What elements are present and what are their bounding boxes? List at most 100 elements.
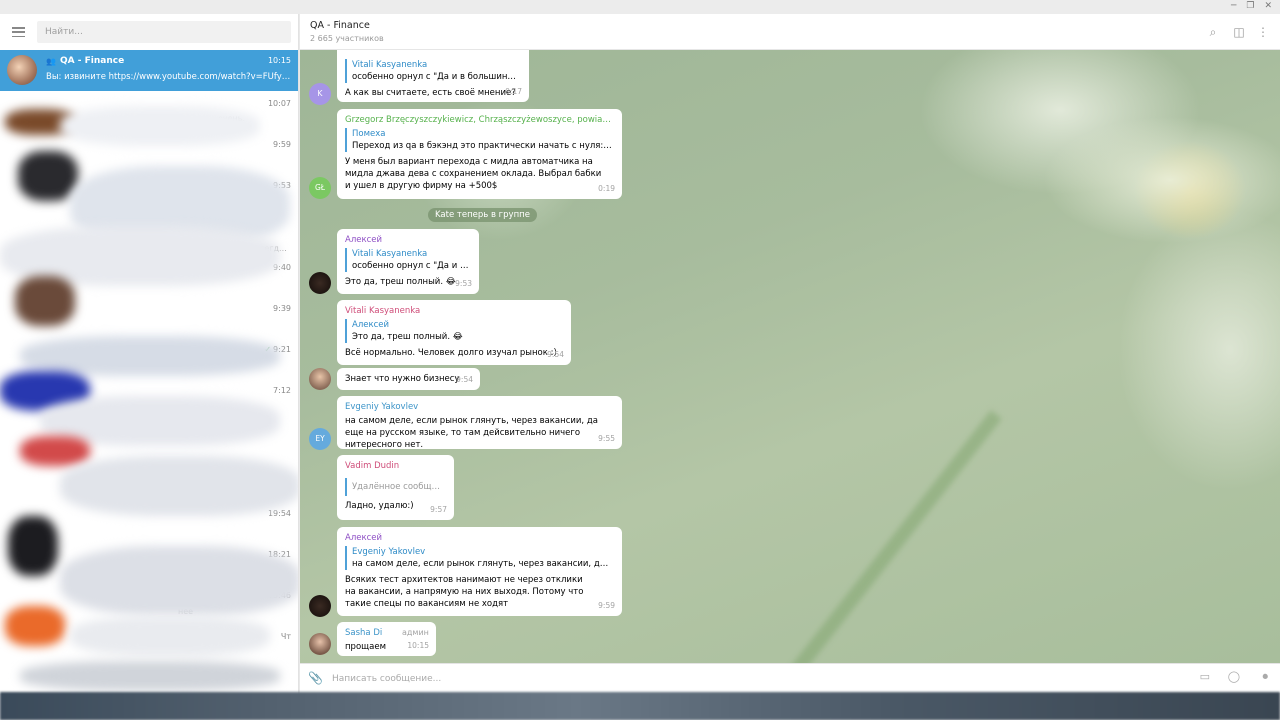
quote-text: особенно орнул с "Да и в б... <box>352 261 470 271</box>
chat-preview: сегд... <box>260 244 287 253</box>
close-icon[interactable]: ✕ <box>1264 1 1272 11</box>
chat-time: 9:59 <box>273 140 291 149</box>
message-time: 9:53 <box>455 279 472 288</box>
avatar[interactable]: GŁ <box>309 177 331 199</box>
commands-icon[interactable]: ▭ <box>1200 670 1210 683</box>
os-taskbar <box>0 692 1280 720</box>
avatar[interactable]: K <box>309 83 331 105</box>
chat-item[interactable]: 9:53 <box>0 173 298 214</box>
hamburger-menu-icon[interactable] <box>12 27 25 37</box>
message-bubble[interactable]: Vitali Kasyanenka Алексей Это да, треш п… <box>337 300 571 365</box>
message-bubble[interactable]: Алексей Vitali Kasyanenka особенно орнул… <box>337 229 479 294</box>
message-bubble[interactable]: Алексей Evgeniy Yakovlev на самом деле, … <box>337 527 622 616</box>
chat-time: 10:07 <box>267 99 291 108</box>
avatar[interactable] <box>309 272 331 294</box>
message-bubble[interactable]: Vadim Dudin Удалённое сообщение Ладно, у… <box>337 455 454 520</box>
window-titlebar: ─ ❐ ✕ <box>0 0 1280 14</box>
message-time: 9:54 <box>456 375 473 384</box>
message-bubble[interactable]: Grzegorz Brzęczyszczykiewicz, Chrząszczy… <box>337 109 622 199</box>
search-icon[interactable]: ⌕ <box>1206 25 1220 39</box>
message-time: 9:59 <box>598 601 615 610</box>
message-time: 9:57 <box>430 505 447 514</box>
reply-quote[interactable]: Vitali Kasyanenka особенно орнул с "Да и… <box>345 248 470 272</box>
sender-name[interactable]: Grzegorz Brzęczyszczykiewicz, Chrząszczy… <box>345 114 613 126</box>
chat-time: 9:39 <box>273 304 291 313</box>
group-icon: 👥 <box>46 57 56 66</box>
chat-item[interactable]: 19:54 <box>0 501 298 542</box>
chat-title[interactable]: QA - Finance <box>310 20 370 31</box>
chat-item[interactable]: 18:21 <box>0 542 298 583</box>
quote-author: Алексей <box>352 320 390 330</box>
chat-item[interactable] <box>0 419 298 460</box>
message-bubble[interactable]: Evgeniy Yakovlev на самом деле, если рын… <box>337 396 622 450</box>
chat-item[interactable]: сегд... <box>0 214 298 255</box>
message-bubble[interactable]: Vitali Kasyanenka особенно орнул с "Да и… <box>337 50 529 102</box>
chat-item[interactable]: 10:07 очень. <box>0 91 298 132</box>
search-input[interactable] <box>37 21 291 43</box>
chat-item[interactable]: ✓ 9:21 <box>0 337 298 378</box>
chat-time: 9:21 <box>273 345 291 354</box>
message-bubble[interactable]: Sasha Di админ прощаем 10:15 <box>337 622 436 656</box>
sender-name[interactable]: Алексей <box>345 234 470 246</box>
sidebar-toggle-icon[interactable]: ◫ <box>1232 25 1246 39</box>
emoji-icon[interactable]: ◯ <box>1228 670 1240 683</box>
paperclip-icon[interactable]: 📎 <box>308 671 323 685</box>
avatar[interactable] <box>309 633 331 655</box>
chat-item[interactable] <box>0 460 298 501</box>
message-text: Это да, треш полный. 😂 <box>345 277 456 287</box>
window-controls: ─ ❐ ✕ <box>1231 1 1272 11</box>
reply-quote[interactable]: Алексей Это да, треш полный. 😂 <box>345 319 562 343</box>
avatar[interactable] <box>309 595 331 617</box>
quote-author: Помеха <box>352 129 386 139</box>
sender-name[interactable]: Evgeniy Yakovlev <box>345 401 613 413</box>
message-text: на самом деле, если рынок глянуть, через… <box>345 416 598 450</box>
chat-header: QA - Finance 2 665 участников ⌕ ◫ ⋮ <box>300 14 1280 50</box>
chat-preview: нее <box>178 607 194 616</box>
message-text: Всяких тест архитектов нанимают не через… <box>345 575 584 609</box>
sender-name[interactable]: Vitali Kasyanenka <box>345 305 562 317</box>
admin-badge: админ <box>402 628 429 637</box>
chat-messages-area[interactable]: Vitali Kasyanenka особенно орнул с "Да и… <box>300 50 1280 663</box>
chat-time: 9:40 <box>273 263 291 272</box>
chat-preview: Вы: извините https://www.youtube.com/wat… <box>46 72 292 82</box>
chat-item[interactable]: 7:12 <box>0 378 298 419</box>
reply-quote[interactable]: Удалённое сообщение <box>345 478 445 496</box>
chat-item[interactable]: 9:40 <box>0 255 298 296</box>
quote-text: Это да, треш полный. 😂 <box>352 332 463 342</box>
message-text: Знает что нужно бизнесу <box>345 374 460 384</box>
reply-quote[interactable]: Vitali Kasyanenka особенно орнул с "Да и… <box>345 59 520 83</box>
chat-time: Чт <box>280 632 291 641</box>
message-bubble[interactable]: Знает что нужно бизнесу 9:54 <box>337 368 480 390</box>
message-time: 9:55 <box>598 434 615 443</box>
chat-item[interactable]: 9:39 <box>0 296 298 337</box>
more-options-icon[interactable]: ⋮ <box>1256 25 1270 39</box>
chat-time: 10:15 <box>267 56 291 65</box>
avatar[interactable] <box>309 368 331 390</box>
reply-quote[interactable]: Помеха Переход из qa в бэкэнд это практи… <box>345 128 613 152</box>
chat-name: QA - Finance <box>60 56 125 66</box>
chat-time: 15:46 <box>267 591 291 600</box>
chat-item-active[interactable]: 👥 QA - Finance 10:15 Вы: извините https:… <box>0 50 298 91</box>
sidebar: 👥 QA - Finance 10:15 Вы: извините https:… <box>0 14 299 694</box>
wallpaper-decoration <box>732 410 1002 663</box>
reply-quote[interactable]: Evgeniy Yakovlev на самом деле, если рын… <box>345 546 613 570</box>
chat-item[interactable]: 15:46 нее <box>0 583 298 624</box>
message-time: 0:19 <box>598 184 615 193</box>
sender-name[interactable]: Алексей <box>345 532 613 544</box>
message-input[interactable] <box>332 671 1182 687</box>
service-message: Kate теперь в группе <box>428 208 537 222</box>
chat-item[interactable]: 9:59 <box>0 132 298 173</box>
microphone-icon[interactable]: ⏺ <box>1263 670 1269 684</box>
sender-name[interactable]: Vadim Dudin <box>345 460 445 472</box>
maximize-icon[interactable]: ❐ <box>1246 1 1254 11</box>
minimize-icon[interactable]: ─ <box>1231 1 1236 11</box>
chat-preview: очень. <box>218 114 246 123</box>
chat-item[interactable]: Чт <box>0 624 298 665</box>
read-check-icon: ✓ <box>264 345 272 354</box>
quote-text: Переход из qa в бэкэнд это практически н… <box>352 141 613 151</box>
avatar[interactable]: EY <box>309 428 331 450</box>
sidebar-header <box>0 14 298 50</box>
message-composer: 📎 ▭ ◯ ⏺ <box>300 663 1280 693</box>
quote-text: Удалённое сообщение <box>352 482 445 492</box>
chat-time: 7:12 <box>273 386 291 395</box>
